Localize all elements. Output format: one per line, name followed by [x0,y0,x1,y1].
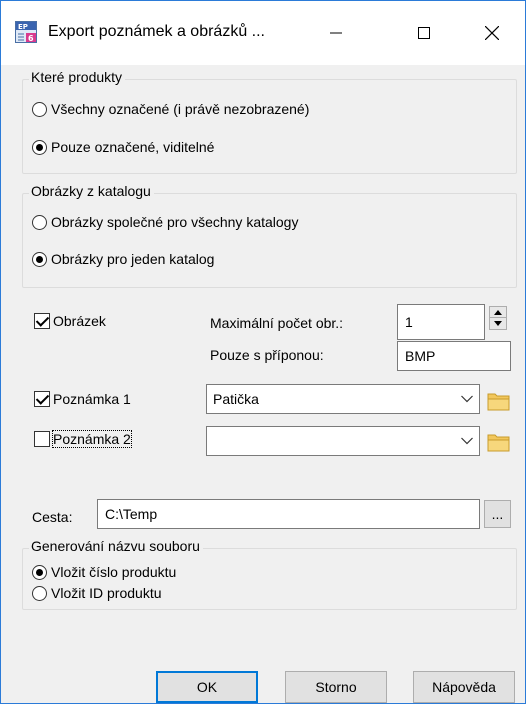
path-input[interactable]: C:\Temp [97,499,480,529]
suffix-value: BMP [405,348,436,364]
radio-shared-images-label: Obrázky společné pro všechny katalogy [51,214,299,230]
minimize-button[interactable] [307,1,365,65]
filename-group-title: Generování názvu souboru [29,538,203,554]
chevron-down-icon [461,437,473,445]
radio-shared-images[interactable]: Obrázky společné pro všechny katalogy [32,214,298,230]
catalog-group-title: Obrázky z katalogu [29,183,154,199]
note1-folder-icon[interactable] [486,388,512,414]
checkbox-indicator[interactable] [34,313,50,329]
radio-indicator[interactable] [32,214,47,230]
chevron-down-icon [461,395,473,403]
radio-all-marked[interactable]: Všechny označené (i právě nezobrazené) [32,101,309,117]
spin-up-icon [494,309,502,315]
note2-checkbox-label: Poznámka 2 [52,430,132,448]
help-button[interactable]: Nápověda [413,671,515,703]
products-group-title: Které produkty [29,69,126,85]
cancel-button[interactable]: Storno [285,671,387,703]
radio-indicator[interactable] [32,251,47,267]
ep-app-icon: EP 6 [15,21,37,43]
close-icon [485,26,499,40]
note2-combo[interactable] [206,426,480,456]
checkbox-indicator[interactable] [34,431,50,447]
maximize-icon [418,27,430,39]
ok-button[interactable]: OK [156,671,258,703]
window-title: Export poznámek a obrázků ... [48,23,265,40]
radio-product-number-label: Vložit číslo produktu [51,564,177,580]
catalog-group [22,193,517,288]
radio-indicator[interactable] [32,101,47,117]
radio-product-number[interactable]: Vložit číslo produktu [32,564,176,580]
note1-checkbox-label: Poznámka 1 [53,391,131,407]
note2-checkbox[interactable]: Poznámka 2 [34,430,132,448]
checkbox-indicator[interactable] [34,391,50,407]
max-count-input[interactable]: 1 [397,304,485,340]
radio-product-id[interactable]: Vložit ID produktu [32,585,162,601]
path-value: C:\Temp [105,506,158,522]
max-count-label: Maximální počet obr.: [210,315,344,331]
cancel-button-label: Storno [315,679,357,695]
image-checkbox-label: Obrázek [53,313,106,329]
suffix-label: Pouze s příponou: [210,347,324,363]
path-label: Cesta: [32,509,73,525]
browse-button-label: ... [491,506,504,522]
note1-checkbox[interactable]: Poznámka 1 [34,391,131,407]
export-dialog: EP 6 Export poznámek a obrázků ... Které… [0,0,526,704]
radio-indicator[interactable] [32,139,47,155]
products-group [22,79,517,174]
maximize-button[interactable] [395,1,453,65]
spin-up-button[interactable] [489,306,507,318]
spin-down-button[interactable] [489,318,507,330]
note2-folder-icon[interactable] [486,429,512,455]
image-checkbox[interactable]: Obrázek [34,313,106,329]
spin-down-icon [494,321,502,326]
radio-single-catalog[interactable]: Obrázky pro jeden katalog [32,251,214,267]
title-bar[interactable]: EP 6 Export poznámek a obrázků ... [1,1,525,65]
radio-indicator[interactable] [32,585,47,601]
radio-only-visible-label: Pouze označené, viditelné [51,139,215,155]
radio-indicator[interactable] [32,564,47,580]
note1-combo[interactable]: Patička [206,384,480,414]
radio-all-marked-label: Všechny označené (i právě nezobrazené) [51,101,310,117]
max-count-value: 1 [405,314,413,330]
svg-text:EP: EP [18,23,28,31]
radio-single-catalog-label: Obrázky pro jeden katalog [51,251,215,267]
suffix-input[interactable]: BMP [397,341,511,371]
radio-product-id-label: Vložit ID produktu [51,585,162,601]
max-count-spinner[interactable] [489,306,507,330]
minimize-icon [330,32,342,34]
ok-button-label: OK [196,679,218,695]
note1-combo-value: Patička [213,391,259,407]
browse-button[interactable]: ... [484,500,511,528]
svg-text:6: 6 [28,34,34,43]
close-button[interactable] [463,1,521,65]
help-button-label: Nápověda [432,679,496,695]
radio-only-visible[interactable]: Pouze označené, viditelné [32,139,214,155]
